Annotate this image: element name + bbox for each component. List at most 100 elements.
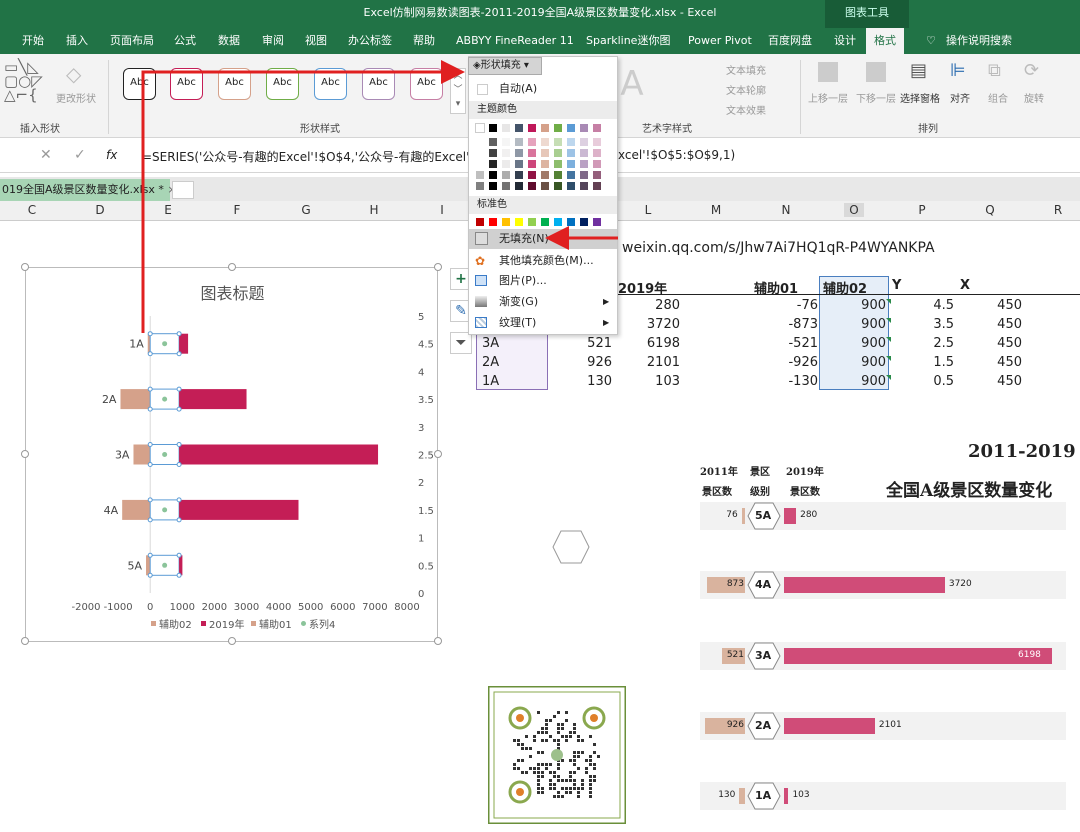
header-2019[interactable]: 2019年 (618, 278, 667, 297)
change-shape-button[interactable]: 更改形状 (56, 90, 96, 105)
resize-handle[interactable] (434, 450, 442, 458)
theme-color-swatch[interactable] (527, 170, 537, 180)
theme-color-swatch[interactable] (501, 137, 511, 147)
resize-handle[interactable] (21, 450, 29, 458)
table-cell-label[interactable]: 3A (482, 336, 499, 351)
bar-aux[interactable] (122, 499, 151, 520)
tab-abbyy[interactable]: ABBYY FineReader 11 (456, 28, 574, 54)
theme-color-swatch[interactable] (579, 148, 589, 158)
menu-item-texture[interactable]: 纹理(T) ▶ (469, 313, 617, 333)
standard-color-swatch[interactable] (488, 217, 498, 227)
theme-color-swatch[interactable] (488, 148, 498, 158)
text-outline-button[interactable]: 文本轮廓 (726, 82, 766, 97)
theme-color-swatch[interactable] (592, 170, 602, 180)
column-header[interactable]: H (364, 203, 384, 217)
enter-icon[interactable]: ✓ (74, 147, 86, 163)
point-series4[interactable] (162, 562, 168, 568)
bar-2019[interactable] (179, 389, 247, 410)
align-button[interactable]: 对齐 (950, 90, 970, 105)
theme-color-swatch[interactable] (501, 123, 511, 133)
theme-color-swatch[interactable] (566, 181, 576, 191)
column-header[interactable]: Q (980, 203, 1000, 217)
theme-color-swatch[interactable] (566, 159, 576, 169)
legend-label[interactable]: 2019年 (209, 618, 244, 631)
standard-color-swatch[interactable] (540, 217, 550, 227)
table-cell-label[interactable]: 1A (482, 374, 499, 389)
selection-handle[interactable] (147, 572, 153, 578)
theme-color-swatch[interactable] (488, 170, 498, 180)
table-cell-aux02[interactable]: 900 (826, 298, 886, 313)
shape-style-7[interactable]: Abc (410, 68, 443, 100)
theme-color-swatch[interactable] (488, 159, 498, 169)
table-cell-x[interactable]: 450 (962, 317, 1022, 332)
selection-handle[interactable] (176, 517, 182, 523)
table-cell-2019[interactable]: 6198 (620, 336, 680, 351)
shape-style-6[interactable]: Abc (362, 68, 395, 100)
theme-color-swatch[interactable] (592, 137, 602, 147)
column-header[interactable]: N (776, 203, 796, 217)
standard-color-swatch[interactable] (553, 217, 563, 227)
standard-color-swatch[interactable] (592, 217, 602, 227)
tab-view[interactable]: 视图 (305, 28, 327, 54)
column-header[interactable]: L (638, 203, 658, 217)
resize-handle[interactable] (21, 637, 29, 645)
table-cell-x[interactable]: 450 (962, 336, 1022, 351)
table-cell-2011[interactable]: 926 (552, 355, 612, 370)
theme-color-swatch[interactable] (475, 137, 485, 147)
tab-office-tabs[interactable]: 办公标签 (348, 28, 392, 54)
selection-handle[interactable] (147, 552, 153, 558)
table-cell-aux02[interactable]: 900 (826, 374, 886, 389)
theme-color-swatch[interactable] (540, 181, 550, 191)
menu-item-automatic[interactable]: 自动(A) (469, 79, 617, 99)
table-cell-y[interactable]: 4.5 (894, 298, 954, 313)
selection-handle[interactable] (147, 331, 153, 337)
legend-label[interactable]: 辅助01 (259, 618, 292, 631)
theme-color-swatch[interactable] (475, 170, 485, 180)
theme-color-swatch[interactable] (592, 148, 602, 158)
workbook-tab-active[interactable]: 019全国A级景区数量变化.xlsx * × (0, 179, 177, 201)
shape-style-4[interactable]: Abc (266, 68, 299, 100)
selection-handle[interactable] (147, 462, 153, 467)
theme-color-swatch[interactable] (514, 159, 524, 169)
selection-handle[interactable] (147, 442, 153, 447)
table-cell-y[interactable]: 1.5 (894, 355, 954, 370)
theme-color-swatch[interactable] (501, 148, 511, 158)
selection-handle[interactable] (176, 386, 182, 392)
theme-color-swatch[interactable] (488, 123, 498, 133)
new-tab-button[interactable] (172, 181, 194, 199)
column-header[interactable]: I (432, 203, 452, 217)
selection-handle[interactable] (176, 331, 182, 337)
resize-handle[interactable] (434, 637, 442, 645)
menu-item-more-colors[interactable]: 其他填充颜色(M)... (469, 251, 617, 271)
theme-color-swatch[interactable] (553, 123, 563, 133)
table-cell-2011[interactable]: 130 (552, 374, 612, 389)
theme-color-swatch[interactable] (566, 170, 576, 180)
column-header[interactable]: O (844, 203, 864, 217)
standard-color-swatch[interactable] (475, 217, 485, 227)
bar-aux[interactable] (120, 389, 151, 410)
table-cell-y[interactable]: 2.5 (894, 336, 954, 351)
chart-filter-icon[interactable]: ⏷ (450, 332, 472, 354)
column-header[interactable]: M (706, 203, 726, 217)
point-series4[interactable] (162, 396, 168, 402)
menu-item-no-fill[interactable]: 无填充(N) (469, 229, 617, 249)
theme-color-swatch[interactable] (566, 137, 576, 147)
shape-style-3[interactable]: Abc (218, 68, 251, 100)
theme-color-swatch[interactable] (514, 148, 524, 158)
shape-fill-button[interactable]: ◈形状填充 ▾ (468, 57, 542, 75)
standard-color-swatch[interactable] (566, 217, 576, 227)
selection-handle[interactable] (176, 351, 182, 357)
tab-help[interactable]: 帮助 (413, 28, 435, 54)
tab-format[interactable]: 格式 (866, 28, 904, 54)
theme-color-swatch[interactable] (579, 123, 589, 133)
menu-item-picture[interactable]: 图片(P)... (469, 271, 617, 291)
tell-me-search[interactable]: 操作说明搜索 (946, 28, 1012, 54)
point-series4[interactable] (162, 341, 168, 347)
selection-handle[interactable] (147, 351, 153, 357)
theme-color-swatch[interactable] (514, 137, 524, 147)
theme-color-swatch[interactable] (514, 170, 524, 180)
table-cell-2019[interactable]: 3720 (620, 317, 680, 332)
standard-color-swatch[interactable] (501, 217, 511, 227)
theme-color-swatch[interactable] (527, 148, 537, 158)
theme-color-swatch[interactable] (540, 123, 550, 133)
